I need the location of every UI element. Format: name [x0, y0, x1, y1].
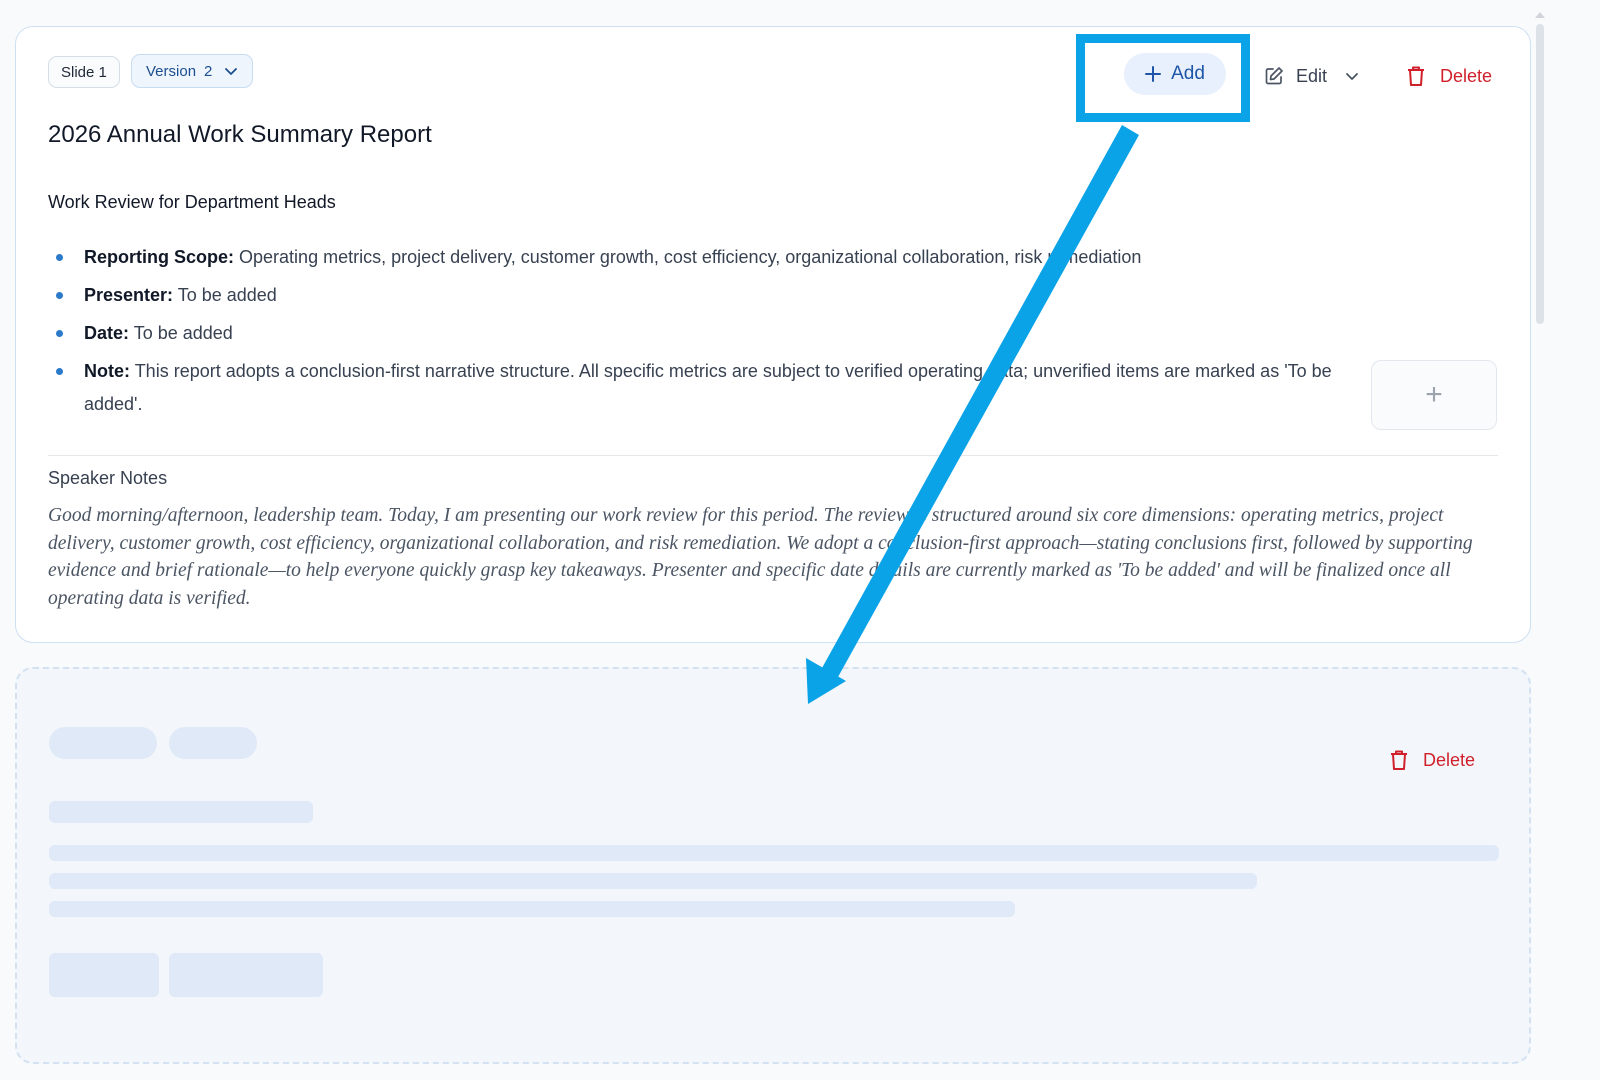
skeleton-title	[49, 801, 313, 823]
plus-icon	[1145, 66, 1162, 82]
plus-icon: +	[1425, 378, 1443, 411]
skeleton-block	[49, 953, 159, 997]
scroll-up-arrow-icon[interactable]	[1535, 12, 1545, 18]
skeleton-line	[49, 901, 1015, 917]
edit-icon	[1265, 67, 1283, 85]
skeleton-line	[49, 845, 1499, 861]
skeleton-badge	[169, 727, 257, 759]
speaker-notes-text: Good morning/afternoon, leadership team.…	[48, 505, 1473, 609]
bullet-text: Operating metrics, project delivery, cus…	[239, 247, 1142, 267]
delete-button[interactable]: Delete	[1389, 745, 1475, 775]
add-button-label: Add	[1171, 63, 1205, 84]
bullet-item: Presenter: To be added	[48, 279, 1368, 312]
add-element-button[interactable]: +	[1371, 360, 1497, 430]
delete-button[interactable]: Delete	[1406, 59, 1492, 93]
add-button[interactable]: Add	[1124, 53, 1226, 95]
bullet-item: Reporting Scope: Operating metrics, proj…	[48, 241, 1368, 274]
scrollbar-thumb[interactable]	[1536, 24, 1544, 324]
bullet-item: Note: This report adopts a conclusion-fi…	[48, 355, 1368, 421]
edit-button-label: Edit	[1296, 65, 1328, 86]
delete-button-label: Delete	[1423, 749, 1476, 770]
bullet-label: Reporting Scope:	[84, 247, 235, 267]
bullet-list: Reporting Scope: Operating metrics, proj…	[48, 241, 1368, 426]
skeleton-line	[49, 873, 1257, 889]
divider	[48, 455, 1498, 456]
edit-button[interactable]: Edit	[1264, 59, 1359, 93]
skeleton-badge	[49, 727, 157, 759]
slide-title: 2026 Annual Work Summary Report	[48, 121, 432, 148]
slide-subtitle: Work Review for Department Heads	[48, 192, 336, 212]
slide-card: Slide 1 Version 2 Add Edit Delete 2026 A…	[15, 26, 1531, 643]
trash-icon	[1391, 750, 1407, 770]
version-label: Version	[146, 62, 197, 80]
chevron-down-icon[interactable]	[1345, 69, 1359, 83]
bullet-label: Presenter:	[84, 285, 174, 305]
loading-slide-card: Delete	[15, 667, 1531, 1064]
version-number: 2	[204, 62, 213, 80]
bullet-text: To be added	[177, 285, 277, 305]
chevron-down-icon	[225, 68, 238, 75]
slide-number-label: Slide 1	[61, 63, 107, 81]
scrollbar[interactable]	[1534, 12, 1546, 1072]
delete-button-label: Delete	[1440, 65, 1493, 86]
bullet-item: Date: To be added	[48, 317, 1368, 350]
bullet-text: To be added	[133, 323, 233, 343]
speaker-notes-title: Speaker Notes	[48, 468, 168, 488]
version-dropdown[interactable]: Version 2	[131, 54, 254, 88]
bullet-label: Note:	[84, 361, 130, 381]
bullet-text: This report adopts a conclusion-first na…	[84, 361, 1332, 414]
trash-icon	[1408, 66, 1424, 86]
skeleton-block	[169, 953, 323, 997]
bullet-label: Date:	[84, 323, 130, 343]
slide-number-badge: Slide 1	[48, 56, 120, 88]
